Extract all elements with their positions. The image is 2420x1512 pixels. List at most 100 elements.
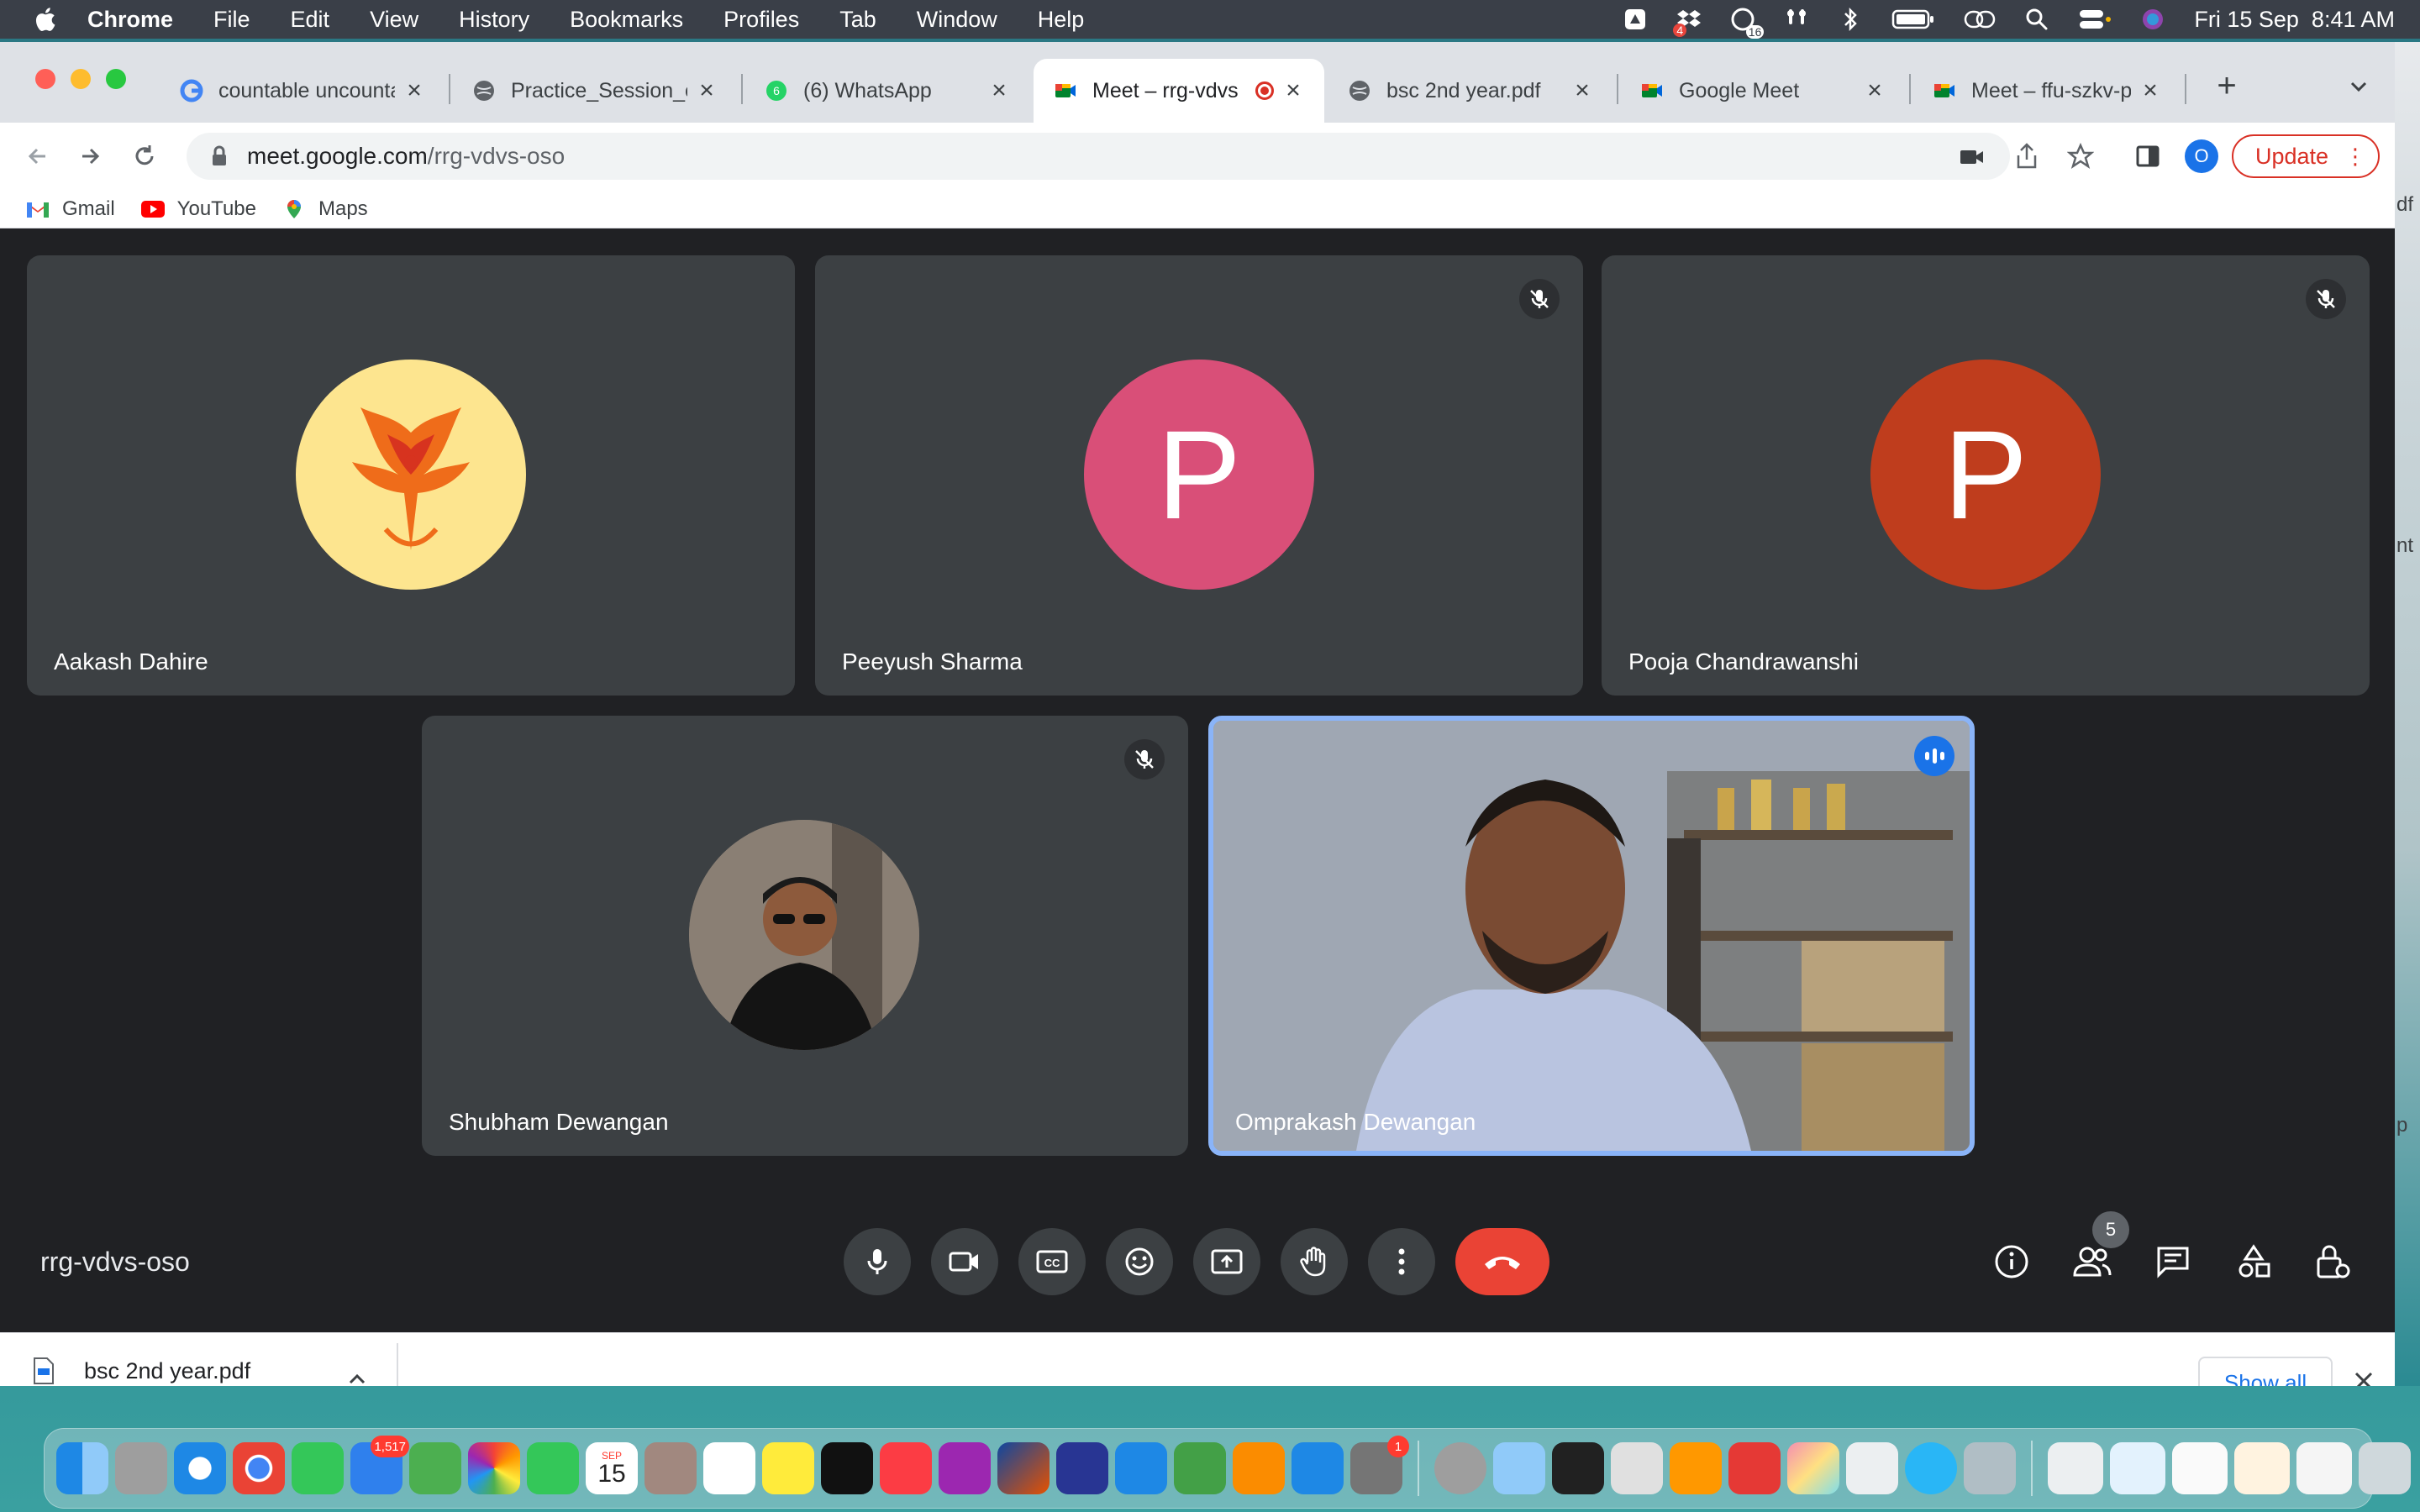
meeting-details-button[interactable] [1986,1236,2037,1287]
forward-button[interactable] [74,139,108,173]
profile-avatar[interactable]: O [2185,139,2218,173]
dropbox-icon[interactable]: 4 [1673,7,1702,37]
menu-app-name[interactable]: Chrome [87,7,173,33]
participant-tile-omprakash-speaking[interactable]: Omprakash Dewangan [1208,716,1975,1156]
menu-tab[interactable]: Tab [839,7,876,33]
microphone-button[interactable] [844,1228,911,1295]
numbers-icon[interactable] [1174,1442,1226,1494]
emoji-reactions-button[interactable] [1106,1228,1173,1295]
spotlight-search-icon[interactable] [2024,7,2049,32]
tab-countable[interactable]: countable uncounta × [160,59,445,123]
side-panel-icon[interactable] [2131,139,2165,173]
control-center-icon[interactable] [2078,7,2112,32]
menu-window[interactable]: Window [917,7,997,33]
close-tab-icon[interactable]: × [1571,76,1593,104]
lock-icon[interactable] [210,145,229,167]
minimize-window-button[interactable] [71,69,91,89]
raise-hand-button[interactable] [1281,1228,1348,1295]
freeform-icon[interactable] [1787,1442,1839,1494]
music-icon[interactable] [880,1442,932,1494]
keynote-icon[interactable] [1115,1442,1167,1494]
bookmark-maps[interactable]: Maps [281,197,368,221]
siri-icon[interactable] [2140,7,2165,32]
trash-icon[interactable] [2359,1442,2411,1494]
tab-meet-active[interactable]: Meet – rrg-vdvs × [1034,59,1324,123]
photos-icon[interactable] [468,1442,520,1494]
minimized-window-thumbnail[interactable] [2110,1442,2165,1494]
participant-tile-shubham[interactable]: Shubham Dewangan [422,716,1188,1156]
finder-icon[interactable] [56,1442,108,1494]
tab-meet-ffu[interactable]: Meet – ffu-szkv-pe × [1912,59,2181,123]
new-tab-button[interactable]: + [2210,67,2244,104]
books-icon[interactable] [1670,1442,1722,1494]
zoom-window-button[interactable] [106,69,126,89]
address-bar[interactable]: meet.google.com/rrg-vdvs-oso [187,133,2095,180]
more-options-button[interactable] [1368,1228,1435,1295]
xcode-icon[interactable] [1493,1442,1545,1494]
menu-file[interactable]: File [213,7,250,33]
download-item[interactable]: bsc 2nd year.pdf [32,1357,250,1385]
facetime-icon[interactable] [527,1442,579,1494]
close-window-button[interactable] [35,69,55,89]
more-menu-icon[interactable]: ⋮ [2344,144,2366,168]
activities-button[interactable] [2228,1236,2279,1287]
participant-tile-pooja[interactable]: P Pooja Chandrawanshi [1602,255,2370,696]
app-store-icon[interactable] [1292,1442,1344,1494]
drive-icon[interactable] [1623,7,1648,32]
screen-mirroring-icon[interactable] [1964,7,1996,32]
participant-tile-aakash[interactable]: Aakash Dahire [27,255,795,696]
captions-button[interactable]: CC [1018,1228,1086,1295]
menu-profiles[interactable]: Profiles [723,7,799,33]
tab-practice-session[interactable]: Practice_Session_c × [452,59,738,123]
launchpad-icon[interactable] [115,1442,167,1494]
reload-button[interactable] [128,139,161,173]
tab-search-chevron-icon[interactable] [2344,72,2373,101]
menu-history[interactable]: History [459,7,529,33]
minimized-window-thumbnail[interactable] [2296,1442,2352,1494]
airpods-icon[interactable] [1784,7,1809,32]
tab-google-meet[interactable]: Google Meet × [1620,59,1906,123]
update-chrome-button[interactable]: Update ⋮ [2232,134,2380,178]
minimized-window-thumbnail[interactable] [2048,1442,2103,1494]
apple-menu-icon[interactable] [32,6,57,33]
telegram-icon[interactable] [1905,1442,1957,1494]
menu-help[interactable]: Help [1038,7,1085,33]
pages-icon[interactable] [1233,1442,1285,1494]
preview-icon[interactable] [1964,1442,2016,1494]
mail-icon[interactable]: 1,517 [350,1436,409,1494]
close-tab-icon[interactable]: × [2139,76,2161,104]
calendar-icon[interactable]: SEP 15 [586,1442,638,1494]
close-tab-icon[interactable]: × [988,76,1010,104]
menu-view[interactable]: View [370,7,418,33]
matlab-icon[interactable] [997,1442,1050,1494]
messages-icon[interactable] [292,1442,344,1494]
notes-icon[interactable] [762,1442,814,1494]
leave-call-button[interactable] [1455,1228,1549,1295]
present-screen-button[interactable] [1193,1228,1260,1295]
menu-edit[interactable]: Edit [291,7,330,33]
close-icon[interactable] [2349,1367,2378,1386]
menubar-datetime[interactable]: Fri 15 Sep 8:41 AM [2194,7,2395,33]
chevron-up-icon[interactable] [345,1367,370,1386]
safari-icon[interactable] [174,1442,226,1494]
show-all-button[interactable]: Show all [2198,1357,2333,1386]
people-button[interactable] [2067,1236,2118,1287]
tab-whatsapp[interactable]: 6 (6) WhatsApp × [744,59,1030,123]
minimized-window-thumbnail[interactable] [2172,1442,2228,1494]
maps-icon[interactable] [409,1442,461,1494]
tab-bsc-pdf[interactable]: bsc 2nd year.pdf × [1328,59,1613,123]
camera-button[interactable] [931,1228,998,1295]
bookmark-star-icon[interactable] [2066,142,2095,176]
textedit-icon[interactable] [1846,1442,1898,1494]
tex-utility-icon[interactable] [1434,1442,1486,1494]
texshop-icon[interactable] [1056,1442,1108,1494]
host-controls-button[interactable] [2307,1236,2358,1287]
chrome-icon[interactable] [233,1442,285,1494]
close-tab-icon[interactable]: × [403,76,425,104]
participant-tile-peeyush[interactable]: P Peeyush Sharma [815,255,1583,696]
bookmark-gmail[interactable]: Gmail [25,197,115,221]
chat-button[interactable] [2148,1236,2198,1287]
close-tab-icon[interactable]: × [696,76,718,104]
activity-monitor-icon[interactable] [1552,1442,1604,1494]
share-icon[interactable] [2015,143,2039,176]
